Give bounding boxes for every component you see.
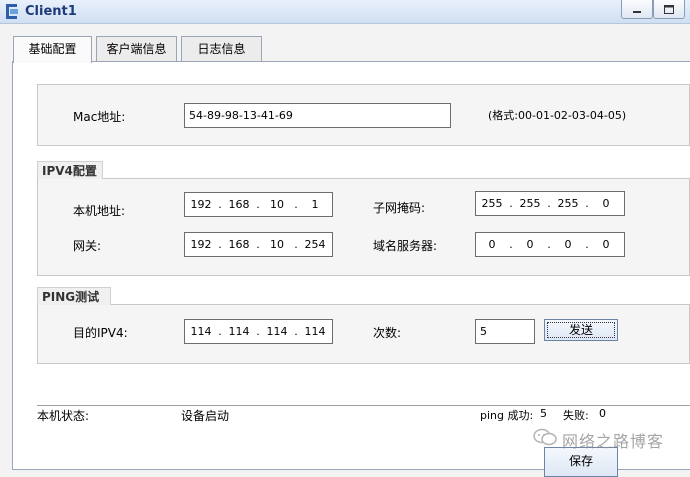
- gateway-label: 网关:: [73, 239, 102, 253]
- maximize-icon: [664, 5, 674, 14]
- ip-octet: 255: [519, 197, 541, 210]
- app-icon: [5, 3, 21, 20]
- ping-legend: PING测试: [37, 287, 111, 305]
- watermark-text: 网络之路博客: [562, 432, 665, 451]
- send-button[interactable]: 发送: [544, 319, 618, 341]
- ping-fail-label: 失败:: [563, 409, 589, 422]
- mac-input[interactable]: 54-89-98-13-41-69: [184, 103, 451, 128]
- ip-octet: 255: [557, 197, 579, 210]
- tab-basic-config[interactable]: 基础配置: [13, 36, 92, 63]
- ip-octet: 10: [270, 238, 284, 251]
- ip-octet: 255: [481, 197, 503, 210]
- ip-octet: 114: [190, 325, 212, 338]
- maximize-button[interactable]: [653, 0, 685, 19]
- count-input[interactable]: 5: [475, 319, 535, 344]
- ip-octet: 168: [228, 238, 250, 251]
- mac-format-hint: (格式:00-01-02-03-04-05): [488, 109, 627, 122]
- ip-octet: 192: [190, 198, 212, 211]
- ip-octet: 254: [304, 238, 326, 251]
- dns-label: 域名服务器:: [373, 239, 438, 253]
- status-divider: [37, 405, 690, 406]
- host-ip-label: 本机地址:: [73, 204, 126, 218]
- window-title: Client1: [25, 4, 77, 19]
- count-label: 次数:: [373, 326, 402, 340]
- wechat-logo: [533, 428, 557, 446]
- title-bar: [0, 0, 690, 24]
- ip-octet: 168: [228, 198, 250, 211]
- ping-fail-count: 0: [599, 407, 606, 420]
- status-label: 本机状态:: [37, 409, 90, 423]
- ping-success-count: 5: [540, 407, 547, 420]
- dest-ip-input[interactable]: 114. 114. 114. 114: [184, 319, 333, 344]
- ip-octet: 1: [311, 198, 319, 211]
- ip-octet: 114: [228, 325, 250, 338]
- dns-input[interactable]: 0. 0. 0. 0: [475, 232, 625, 257]
- ipv4-legend: IPV4配置: [37, 161, 103, 179]
- minimize-icon: [633, 11, 641, 13]
- ip-octet: 10: [270, 198, 284, 211]
- gateway-input[interactable]: 192. 168. 10. 254: [184, 232, 333, 257]
- dest-ip-label: 目的IPV4:: [73, 326, 128, 340]
- host-ip-input[interactable]: 192. 168. 10. 1: [184, 192, 333, 217]
- mac-label: Mac地址:: [73, 110, 126, 124]
- ip-octet: 114: [304, 325, 326, 338]
- subnet-input[interactable]: 255. 255. 255. 0: [475, 191, 625, 216]
- ip-octet: 0: [602, 197, 610, 210]
- ip-octet: 0: [602, 238, 610, 251]
- ip-octet: 0: [488, 238, 496, 251]
- ip-octet: 192: [190, 238, 212, 251]
- tab-log-info[interactable]: 日志信息: [181, 36, 262, 62]
- status-value: 设备启动: [181, 409, 230, 423]
- minimize-button[interactable]: [621, 0, 653, 19]
- ip-octet: 0: [564, 238, 572, 251]
- subnet-label: 子网掩码:: [373, 201, 426, 215]
- tab-client-info[interactable]: 客户端信息: [96, 36, 177, 62]
- ping-success-label: ping 成功:: [480, 409, 534, 422]
- ip-octet: 114: [266, 325, 288, 338]
- ip-octet: 0: [526, 238, 534, 251]
